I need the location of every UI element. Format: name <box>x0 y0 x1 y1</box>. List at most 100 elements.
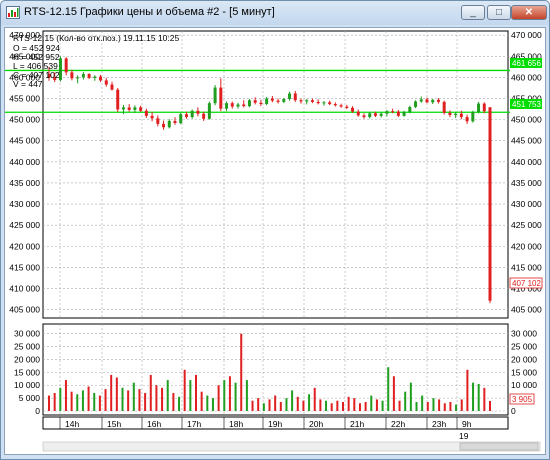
volume-bar[interactable] <box>172 392 175 411</box>
volume-bar[interactable] <box>87 386 90 411</box>
volume-bar[interactable] <box>64 380 67 411</box>
candle-body[interactable] <box>471 112 475 122</box>
candle-body[interactable] <box>104 80 108 85</box>
volume-bar[interactable] <box>477 383 480 411</box>
candle-body[interactable] <box>293 93 297 101</box>
candle-body[interactable] <box>253 100 257 103</box>
candle-body[interactable] <box>402 112 406 116</box>
volume-bar[interactable] <box>313 387 316 411</box>
candle-body[interactable] <box>425 99 429 103</box>
candle-body[interactable] <box>93 76 97 78</box>
candle-body[interactable] <box>110 84 114 90</box>
candle-body[interactable] <box>276 100 280 102</box>
candle-body[interactable] <box>316 101 320 104</box>
volume-bar[interactable] <box>370 395 373 411</box>
volume-bar[interactable] <box>336 400 339 411</box>
volume-bar[interactable] <box>415 401 418 411</box>
candle-body[interactable] <box>379 113 383 116</box>
volume-bar[interactable] <box>144 392 147 411</box>
candle-body[interactable] <box>259 102 263 105</box>
volume-bar[interactable] <box>76 394 79 411</box>
candle-body[interactable] <box>477 103 481 113</box>
volume-bar[interactable] <box>81 390 84 411</box>
candle-body[interactable] <box>436 99 440 102</box>
candle-body[interactable] <box>156 118 160 124</box>
candle-body[interactable] <box>162 123 166 128</box>
volume-bar[interactable] <box>330 403 333 411</box>
candle-body[interactable] <box>333 104 337 106</box>
candle-body[interactable] <box>465 117 469 122</box>
volume-bar[interactable] <box>132 382 135 411</box>
volume-bar[interactable] <box>121 387 124 411</box>
volume-bar[interactable] <box>223 380 226 411</box>
volume-bar[interactable] <box>291 390 294 411</box>
volume-bar[interactable] <box>285 398 288 411</box>
title-bar[interactable]: RTS-12.15 Графики цены и объема #2 - [5 … <box>1 1 549 25</box>
volume-bar[interactable] <box>449 401 452 411</box>
candle-body[interactable] <box>139 107 143 111</box>
candle-body[interactable] <box>396 111 400 116</box>
candle-body[interactable] <box>121 107 125 110</box>
candle-body[interactable] <box>391 111 395 113</box>
volume-bar[interactable] <box>325 400 328 411</box>
volume-bar[interactable] <box>426 401 429 411</box>
volume-bar[interactable] <box>217 385 220 411</box>
volume-bar[interactable] <box>279 401 282 411</box>
candle-body[interactable] <box>64 58 68 73</box>
candle-body[interactable] <box>207 103 211 119</box>
volume-bar[interactable] <box>53 392 56 411</box>
candle-body[interactable] <box>247 100 251 107</box>
candle-body[interactable] <box>242 104 246 107</box>
candle-body[interactable] <box>99 76 103 81</box>
candle-body[interactable] <box>190 110 194 118</box>
price-volume-chart[interactable]: 470 000465 000460 000455 000450 000445 0… <box>5 28 545 454</box>
volume-bar[interactable] <box>70 391 73 411</box>
volume-bar[interactable] <box>472 382 475 411</box>
candle-body[interactable] <box>236 104 240 107</box>
volume-bar[interactable] <box>353 398 356 411</box>
volume-bar[interactable] <box>234 382 237 411</box>
volume-bar[interactable] <box>110 374 113 411</box>
candle-body[interactable] <box>488 107 492 301</box>
volume-bar[interactable] <box>375 399 378 411</box>
candle-body[interactable] <box>368 113 372 118</box>
volume-bar[interactable] <box>59 387 62 411</box>
candle-body[interactable] <box>144 110 148 116</box>
volume-bar[interactable] <box>404 391 407 411</box>
scrollbar-thumb[interactable] <box>459 442 539 451</box>
volume-bar[interactable] <box>319 399 322 411</box>
candle-body[interactable] <box>225 103 229 109</box>
candle-body[interactable] <box>179 114 183 124</box>
volume-bar[interactable] <box>296 396 299 411</box>
candle-body[interactable] <box>282 98 286 102</box>
candle-body[interactable] <box>431 99 435 103</box>
volume-bar[interactable] <box>460 399 463 411</box>
candle-body[interactable] <box>116 89 120 110</box>
volume-bar[interactable] <box>48 395 50 411</box>
candle-body[interactable] <box>70 72 74 79</box>
volume-bar[interactable] <box>381 400 384 411</box>
volume-bar[interactable] <box>421 395 424 411</box>
volume-bar[interactable] <box>274 395 277 411</box>
candle-body[interactable] <box>270 98 274 101</box>
maximize-button[interactable]: □ <box>487 5 511 20</box>
candle-body[interactable] <box>305 100 309 102</box>
candle-body[interactable] <box>310 100 314 102</box>
volume-bar[interactable] <box>104 389 107 411</box>
volume-bar[interactable] <box>240 333 243 411</box>
volume-bar[interactable] <box>149 374 152 411</box>
candle-body[interactable] <box>219 87 223 109</box>
volume-bar[interactable] <box>398 400 401 411</box>
candle-body[interactable] <box>322 102 326 104</box>
candle-body[interactable] <box>76 77 80 79</box>
volume-bar[interactable] <box>489 400 491 411</box>
candle-body[interactable] <box>265 98 269 105</box>
candle-body[interactable] <box>150 115 154 119</box>
volume-bar[interactable] <box>161 387 164 411</box>
volume-bar[interactable] <box>200 391 203 411</box>
volume-bar[interactable] <box>166 380 169 411</box>
volume-bar[interactable] <box>432 398 435 411</box>
volume-bar[interactable] <box>138 389 141 411</box>
volume-bar[interactable] <box>127 390 130 411</box>
candle-body[interactable] <box>459 113 463 118</box>
